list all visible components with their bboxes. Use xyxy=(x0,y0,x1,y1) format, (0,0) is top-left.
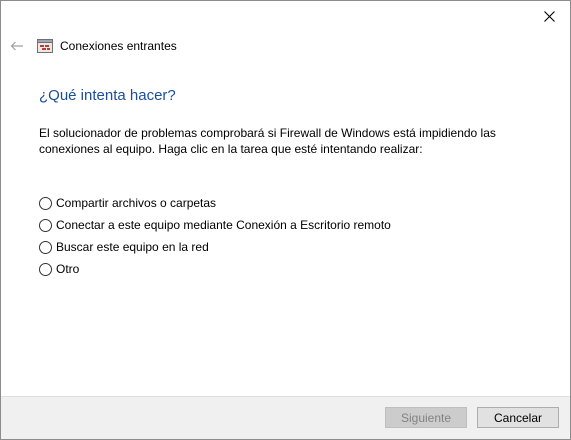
window-title: Conexiones entrantes xyxy=(60,39,177,53)
radio-button[interactable] xyxy=(39,218,52,232)
option-label: Buscar este equipo en la red xyxy=(56,240,209,254)
firewall-troubleshooter-icon xyxy=(37,39,53,53)
option-find-on-network[interactable]: Buscar este equipo en la red xyxy=(39,239,391,255)
back-arrow-icon xyxy=(10,41,23,51)
page-heading: ¿Qué intenta hacer? xyxy=(39,87,176,104)
close-icon xyxy=(543,10,555,22)
close-button[interactable] xyxy=(536,5,562,27)
radio-button[interactable] xyxy=(39,262,52,276)
page-description: El solucionador de problemas comprobará … xyxy=(39,126,496,156)
option-remote-desktop[interactable]: Conectar a este equipo mediante Conexión… xyxy=(39,217,391,233)
next-button[interactable]: Siguiente xyxy=(385,407,467,428)
option-label: Otro xyxy=(56,262,80,276)
option-label: Compartir archivos o carpetas xyxy=(56,196,217,210)
option-label: Conectar a este equipo mediante Conexión… xyxy=(56,218,391,232)
radio-button[interactable] xyxy=(39,196,52,210)
option-other[interactable]: Otro xyxy=(39,261,391,277)
radio-button[interactable] xyxy=(39,240,52,254)
task-options: Compartir archivos o carpetas Conectar a… xyxy=(39,195,391,283)
troubleshooter-window: Conexiones entrantes ¿Qué intenta hacer?… xyxy=(0,0,571,440)
option-share-files[interactable]: Compartir archivos o carpetas xyxy=(39,195,391,211)
cancel-button[interactable]: Cancelar xyxy=(477,407,559,428)
back-button[interactable] xyxy=(7,36,27,56)
footer-bar: Siguiente Cancelar xyxy=(1,396,570,439)
title-row: Conexiones entrantes xyxy=(37,38,177,54)
